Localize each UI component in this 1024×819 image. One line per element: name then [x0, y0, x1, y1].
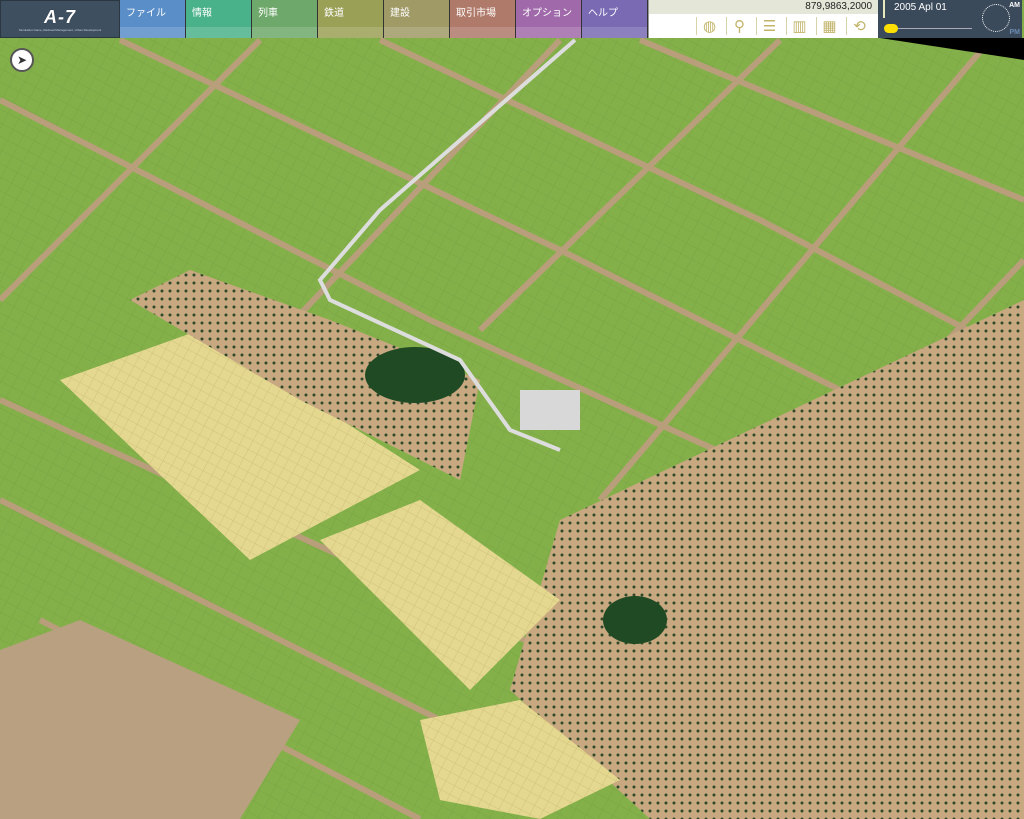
menu-options[interactable]: オプション	[516, 0, 582, 38]
clock-icon	[982, 4, 1010, 32]
rotate-icon[interactable]: ⟲	[846, 17, 872, 35]
funds-display: 879,9863,2000	[649, 0, 878, 14]
logo-text: A-7	[43, 6, 76, 27]
planet-icon[interactable]: ◍	[696, 17, 722, 35]
top-menu-bar: A-7 Simulation Game, Railroad Management…	[0, 0, 1024, 38]
menu-file[interactable]: ファイル	[120, 0, 186, 38]
menu-railway[interactable]: 鉄道	[318, 0, 384, 38]
game-date: 2005 Apl 01	[894, 2, 947, 13]
menu-market[interactable]: 取引市場	[450, 0, 516, 38]
status-panel: 879,9863,2000 ◍ ⚲ ☰ ▥ ▦ ⟲	[648, 0, 878, 38]
game-logo: A-7 Simulation Game, Railroad Management…	[0, 0, 120, 38]
layers-icon[interactable]: ☰	[756, 17, 782, 35]
forest	[603, 596, 667, 644]
menu-train[interactable]: 列車	[252, 0, 318, 38]
menu-construction[interactable]: 建設	[384, 0, 450, 38]
menu-help[interactable]: ヘルプ	[582, 0, 648, 38]
logo-subtitle: Simulation Game, Railroad Management, Ur…	[18, 27, 102, 32]
station-building	[520, 390, 580, 430]
buildings-icon[interactable]: ▥	[786, 17, 812, 35]
speed-slider-knob[interactable]	[884, 24, 898, 33]
game-map-view[interactable]	[0, 0, 1024, 819]
compass-icon[interactable]: ➤	[10, 48, 34, 72]
zoom-icon[interactable]: ⚲	[726, 17, 752, 35]
grid-icon[interactable]: ▦	[816, 17, 842, 35]
menu-info[interactable]: 情報	[186, 0, 252, 38]
clock-panel: 2005 Apl 01 AM PM	[878, 0, 1022, 38]
